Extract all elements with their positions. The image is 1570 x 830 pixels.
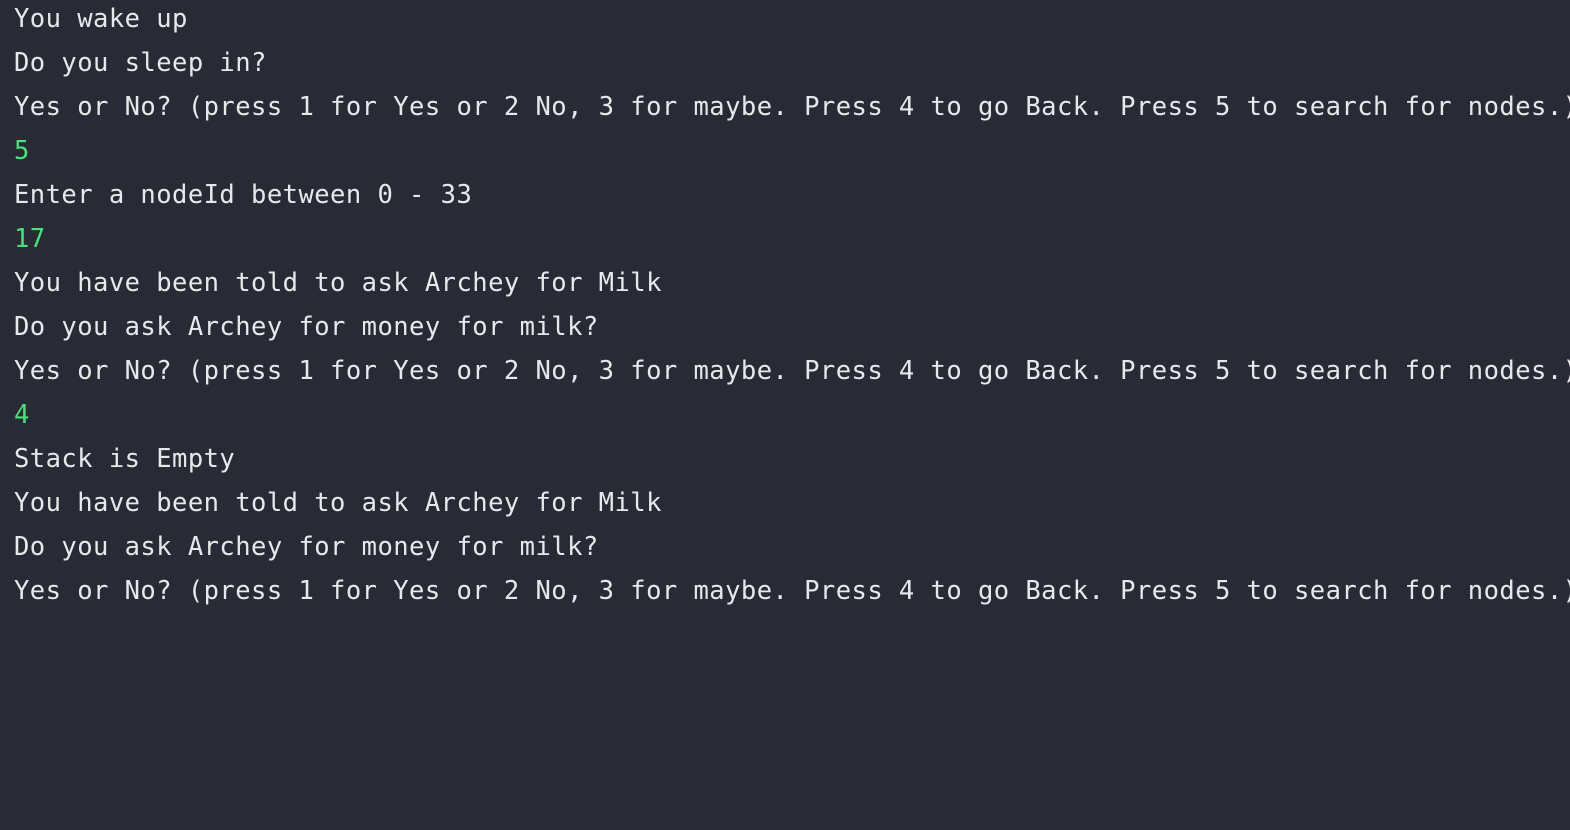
console-user-input: 4 [14, 400, 30, 430]
console-line: Yes or No? (press 1 for Yes or 2 No, 3 f… [14, 92, 1570, 122]
console-line: Do you sleep in? [14, 48, 267, 78]
console-line: Yes or No? (press 1 for Yes or 2 No, 3 f… [14, 576, 1570, 606]
console-line: Do you ask Archey for money for milk? [14, 532, 599, 562]
console-line: Stack is Empty [14, 444, 236, 474]
console-line: You have been told to ask Archey for Mil… [14, 268, 662, 298]
console-line: Yes or No? (press 1 for Yes or 2 No, 3 f… [14, 356, 1570, 386]
console-line: Do you ask Archey for money for milk? [14, 312, 599, 342]
console-line: Enter a nodeId between 0 - 33 [14, 180, 473, 210]
console-line: You have been told to ask Archey for Mil… [14, 488, 662, 518]
console-user-input: 17 [14, 224, 46, 254]
console-output[interactable]: You wake up Do you sleep in? Yes or No? … [0, 0, 1570, 830]
console-user-input: 5 [14, 136, 30, 166]
console-line: You wake up [14, 4, 188, 34]
